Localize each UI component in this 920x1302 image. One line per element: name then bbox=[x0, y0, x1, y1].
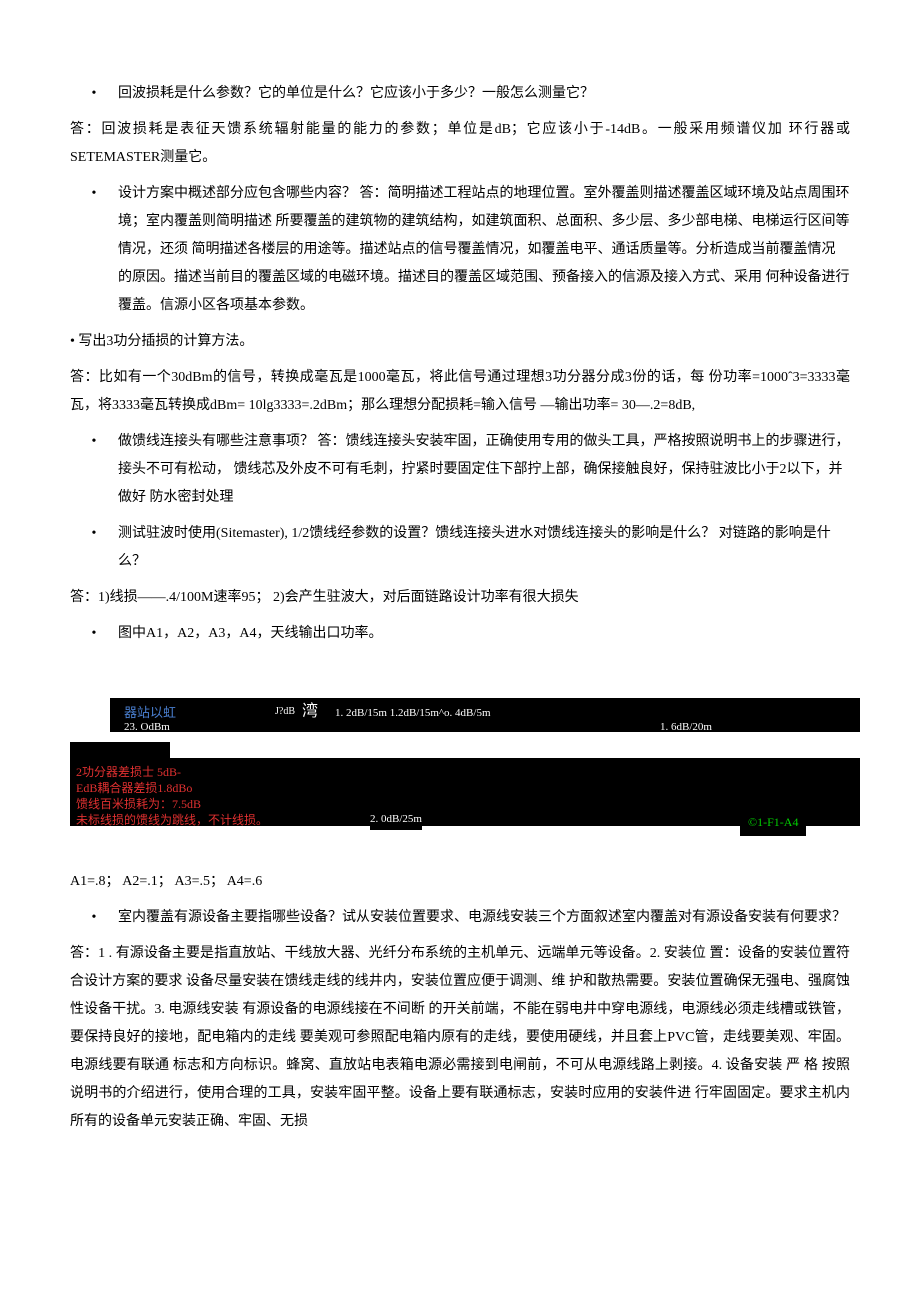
diagram-label-dbm: 23. OdBm bbox=[124, 716, 170, 738]
diagram-red-4: 未标线损的馈线为跳线，不计线损。 bbox=[76, 808, 268, 832]
question-text: 测试驻波时使用(Sitemaster), 1/2馈线经参数的设置？馈线连接头进水… bbox=[118, 520, 850, 576]
diagram-mid: 2. 0dB/25m bbox=[370, 808, 422, 830]
question-5: • 测试驻波时使用(Sitemaster), 1/2馈线经参数的设置？馈线连接头… bbox=[70, 520, 850, 576]
question-7: • 室内覆盖有源设备主要指哪些设备？试从安装位置要求、电源线安装三个方面叙述室内… bbox=[70, 904, 850, 932]
answer-5: 答：1)线损——.4/100M速率95； 2)会产生驻波大，对后面链路设计功率有… bbox=[70, 584, 850, 612]
question-2: • 设计方案中概述部分应包含哪些内容？ 答：简明描述工程站点的地理位置。室外覆盖… bbox=[70, 180, 850, 320]
question-text: 图中A1，A2，A3，A4，天线输出口功率。 bbox=[118, 620, 850, 648]
diagram-green-label: ©1-F1-A4 bbox=[740, 808, 806, 836]
bullet-icon: • bbox=[70, 904, 118, 932]
diagram-right: 1. 6dB/20m bbox=[660, 716, 712, 738]
bullet-icon: • bbox=[70, 620, 118, 648]
answer-7: 答：1 . 有源设备主要是指直放站、干线放大器、光纤分布系统的主机单元、远端单元… bbox=[70, 940, 850, 1136]
bullet-icon: • bbox=[70, 520, 118, 576]
answer-1: 答：回波损耗是表征天馈系统辐射能量的能力的参数；单位是dB；它应该小于-14dB… bbox=[70, 116, 850, 172]
question-1: • 回波损耗是什么参数？它的单位是什么？它应该小于多少？一般怎么测量它？ bbox=[70, 80, 850, 108]
answer-3: 答：比如有一个30dBm的信号，转换成毫瓦是1000毫瓦，将此信号通过理想3功分… bbox=[70, 364, 850, 420]
question-text: 做馈线连接头有哪些注意事项？ 答：馈线连接头安装牢固，正确使用专用的做头工具，严… bbox=[118, 428, 850, 512]
diagram-seq: 1. 2dB/15m 1.2dB/15m^o. 4dB/5m bbox=[335, 702, 491, 724]
diagram-wan: 湾 bbox=[302, 696, 318, 728]
bullet-icon: • bbox=[70, 428, 118, 512]
bullet-icon: • bbox=[70, 180, 118, 320]
diagram-connector bbox=[70, 742, 170, 758]
diagram-container: 器站以虹 23. OdBm J?dB 湾 1. 2dB/15m 1.2dB/15… bbox=[70, 698, 850, 848]
question-text: 设计方案中概述部分应包含哪些内容？ 答：简明描述工程站点的地理位置。室外覆盖则描… bbox=[118, 180, 850, 320]
diagram-top-bar: 器站以虹 23. OdBm J?dB 湾 1. 2dB/15m 1.2dB/15… bbox=[110, 698, 860, 732]
question-3: • 写出3功分插损的计算方法。 bbox=[70, 328, 850, 356]
question-text: 室内覆盖有源设备主要指哪些设备？试从安装位置要求、电源线安装三个方面叙述室内覆盖… bbox=[118, 904, 850, 932]
result-line: A1=.8； A2=.1； A3=.5； A4=.6 bbox=[70, 868, 850, 896]
question-text: 回波损耗是什么参数？它的单位是什么？它应该小于多少？一般怎么测量它？ bbox=[118, 80, 850, 108]
question-6: • 图中A1，A2，A3，A4，天线输出口功率。 bbox=[70, 620, 850, 648]
question-4: • 做馈线连接头有哪些注意事项？ 答：馈线连接头安装牢固，正确使用专用的做头工具… bbox=[70, 428, 850, 512]
bullet-icon: • bbox=[70, 80, 118, 108]
diagram-jdb: J?dB bbox=[275, 702, 295, 722]
